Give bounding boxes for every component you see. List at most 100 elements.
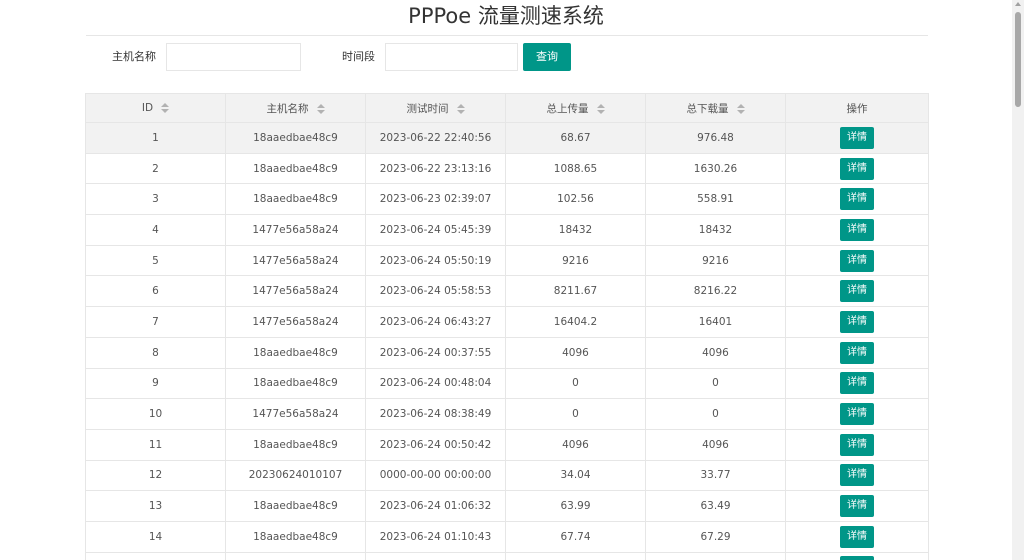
cell-upload: 34.04 xyxy=(505,459,646,492)
cell-time: 2023-06-24 08:38:49 xyxy=(365,398,506,430)
detail-button[interactable]: 详情 xyxy=(840,464,874,487)
detail-button[interactable]: 详情 xyxy=(840,433,874,456)
table-row: 6 1477e56a58a24 2023-06-24 05:58:53 8211.67… xyxy=(85,275,929,308)
cell-action: 详情 xyxy=(785,183,929,216)
cell-download: 33.77 xyxy=(645,459,786,492)
table-row: 9 18aaedbae48c9 2023-06-24 00:48:04 0 0 详情 xyxy=(85,367,929,400)
cell-id xyxy=(85,551,226,560)
cell-action: 详情 xyxy=(785,398,929,430)
cell-action: 详情 xyxy=(785,152,929,185)
cell-time: 2023-06-24 00:37:55 xyxy=(365,336,506,369)
detail-button[interactable]: 详情 xyxy=(840,556,874,560)
detail-button[interactable]: 详情 xyxy=(840,341,874,364)
cell-time xyxy=(365,551,506,560)
cell-download: 63.49 xyxy=(645,490,786,522)
time-period-label: 时间段 xyxy=(342,50,375,63)
cell-upload: 0 xyxy=(505,367,646,400)
cell-time: 2023-06-24 01:06:32 xyxy=(365,490,506,522)
detail-button[interactable]: 详情 xyxy=(840,525,874,548)
table-row: 14 18aaedbae48c9 2023-06-24 01:10:43 67.74 6… xyxy=(85,520,929,553)
cell-download: 18432 xyxy=(645,214,786,246)
cell-download: 976.48 xyxy=(645,122,786,154)
table-row: 12 20230624010107 0000-00-00 00:00:00 34.04… xyxy=(85,459,929,492)
cell-download: 9216 xyxy=(645,244,786,277)
table-row: 11 18aaedbae48c9 2023-06-24 00:50:42 4096 40… xyxy=(85,428,929,461)
table-row: 7 1477e56a58a24 2023-06-24 06:43:27 16404.2… xyxy=(85,306,929,338)
sort-icon[interactable] xyxy=(456,103,465,114)
cell-id: 9 xyxy=(85,367,226,400)
cell-host: 18aaedbae48c9 xyxy=(225,183,366,216)
sort-icon[interactable] xyxy=(316,103,325,114)
detail-button[interactable]: 详情 xyxy=(840,249,874,272)
cell-upload: 0 xyxy=(505,398,646,430)
table-row: 2 18aaedbae48c9 2023-06-22 23:13:16 1088.65… xyxy=(85,152,929,185)
host-name-label: 主机名称 xyxy=(112,50,156,63)
cell-upload: 18432 xyxy=(505,214,646,246)
cell-host: 18aaedbae48c9 xyxy=(225,520,366,553)
cell-id: 5 xyxy=(85,244,226,277)
cell-time: 2023-06-23 02:39:07 xyxy=(365,183,506,216)
cell-id: 7 xyxy=(85,306,226,338)
cell-action: 详情 xyxy=(785,520,929,553)
cell-host: 1477e56a58a24 xyxy=(225,398,366,430)
cell-upload: 16404.2 xyxy=(505,306,646,338)
table-header-row: ID 主机名称 测试时间 总上传量 总下载量 操作 xyxy=(85,93,929,123)
cell-download: 1630.26 xyxy=(645,152,786,185)
detail-button[interactable]: 详情 xyxy=(840,495,874,518)
cell-action: 详情 xyxy=(785,336,929,369)
cell-time: 2023-06-22 23:13:16 xyxy=(365,152,506,185)
column-header-label: ID xyxy=(141,102,154,114)
detail-button[interactable]: 详情 xyxy=(840,403,874,426)
detail-button[interactable]: 详情 xyxy=(840,310,874,333)
column-header-download[interactable]: 总下载量 xyxy=(645,93,786,123)
title-divider xyxy=(86,35,928,36)
detail-button[interactable]: 详情 xyxy=(840,372,874,395)
column-header-label: 总上传量 xyxy=(546,102,589,115)
cell-upload: 102.56 xyxy=(505,183,646,216)
column-header-time[interactable]: 测试时间 xyxy=(365,93,506,123)
cell-download: 67.29 xyxy=(645,520,786,553)
cell-action: 详情 xyxy=(785,367,929,400)
cell-time: 2023-06-24 05:58:53 xyxy=(365,275,506,308)
table-row: 5 1477e56a58a24 2023-06-24 05:50:19 9216 921… xyxy=(85,244,929,277)
cell-action: 详情 xyxy=(785,551,929,560)
column-header-label: 测试时间 xyxy=(406,102,449,115)
cell-upload: 4096 xyxy=(505,336,646,369)
sort-icon[interactable] xyxy=(736,103,745,114)
cell-download: 0 xyxy=(645,398,786,430)
detail-button[interactable]: 详情 xyxy=(840,280,874,303)
table-row: 13 18aaedbae48c9 2023-06-24 01:06:32 63.99 6… xyxy=(85,490,929,522)
cell-download xyxy=(645,551,786,560)
host-name-input[interactable] xyxy=(166,43,301,71)
cell-download: 16401 xyxy=(645,306,786,338)
cell-upload: 1088.65 xyxy=(505,152,646,185)
column-header-id[interactable]: ID xyxy=(85,93,226,123)
scroll-up-arrow-icon[interactable] xyxy=(1015,2,1021,6)
detail-button[interactable]: 详情 xyxy=(840,126,874,149)
detail-button[interactable]: 详情 xyxy=(840,157,874,180)
cell-time: 2023-06-24 00:48:04 xyxy=(365,367,506,400)
cell-host: 20230624010107 xyxy=(225,459,366,492)
cell-host: 18aaedbae48c9 xyxy=(225,367,366,400)
cell-id: 4 xyxy=(85,214,226,246)
vertical-scrollbar[interactable] xyxy=(1012,0,1024,560)
cell-upload: 68.67 xyxy=(505,122,646,154)
sort-icon[interactable] xyxy=(596,103,605,114)
column-header-host[interactable]: 主机名称 xyxy=(225,93,366,123)
cell-action: 详情 xyxy=(785,490,929,522)
cell-time: 2023-06-24 01:10:43 xyxy=(365,520,506,553)
scrollbar-thumb[interactable] xyxy=(1015,12,1021,107)
time-period-input[interactable] xyxy=(385,43,518,71)
sort-icon[interactable] xyxy=(161,103,170,113)
cell-download: 8216.22 xyxy=(645,275,786,308)
cell-host: 18aaedbae48c9 xyxy=(225,336,366,369)
cell-id: 2 xyxy=(85,152,226,185)
query-button[interactable]: 查询 xyxy=(523,43,571,71)
column-header-upload[interactable]: 总上传量 xyxy=(505,93,646,123)
detail-button[interactable]: 详情 xyxy=(840,188,874,211)
column-header-label: 操作 xyxy=(846,102,868,115)
cell-upload xyxy=(505,551,646,560)
table-row: 3 18aaedbae48c9 2023-06-23 02:39:07 102.56 5… xyxy=(85,183,929,216)
cell-host: 1477e56a58a24 xyxy=(225,275,366,308)
detail-button[interactable]: 详情 xyxy=(840,218,874,241)
